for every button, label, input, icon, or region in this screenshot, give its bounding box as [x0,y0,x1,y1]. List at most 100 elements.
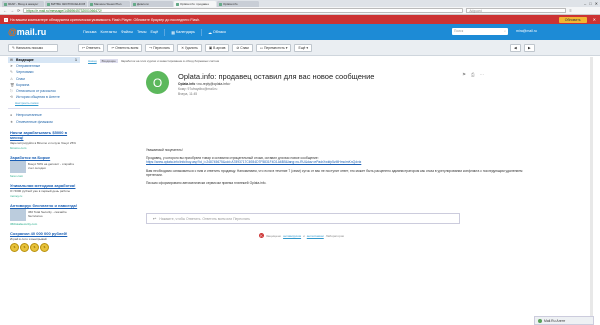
nav-files[interactable]: Файлы [121,30,133,34]
body-paragraph: Вам необходимо ознакомиться с ним и отве… [146,168,523,177]
print-icon[interactable]: ⎙ [471,72,475,78]
more-icon[interactable]: ⋯ [480,72,485,78]
menu-icon[interactable]: ≡ [569,8,571,13]
warning-icon: ! [4,17,8,22]
warning-text: На вашем компьютере обнаружена критическ… [10,17,201,22]
star-icon: ★ [10,119,14,124]
ad-text: Зарегистрируйся в Binomo и получи бонус … [10,140,76,145]
update-button[interactable]: Обновить [558,16,587,23]
spam-icon: ⊘ [236,45,240,50]
ad-title[interactable]: Антивирус бесплатно и навсегда! [10,203,80,208]
browser-search-field[interactable]: Adguard [466,7,567,14]
ad-block[interactable]: Заработок на Бирже Бонус 50% на депозит … [8,155,80,178]
nav-themes[interactable]: Темы [137,30,147,34]
favicon-icon [176,2,179,6]
scrollbar[interactable] [590,57,593,317]
sent-icon: ➤ [10,64,13,69]
ad-title[interactable]: Уникальная методика заработка! [10,183,80,188]
trash-icon: 🗑 [10,82,15,87]
body-paragraph: Письмо сформировано автоматически сервис… [146,181,267,186]
message-link[interactable]: https://www.oplata.info/info/buy.asp?id_… [146,160,361,164]
sender[interactable]: Oplata.info <no-reply@oplata.info> [178,82,230,86]
close-icon[interactable]: ✕ [595,1,598,6]
back-link[interactable]: Назад [88,59,97,63]
minimize-icon[interactable]: – [584,1,586,6]
configure-folders-link[interactable]: Настроить папки [8,101,80,105]
nav-cloud[interactable]: ☁ Облако [208,30,226,35]
more-button[interactable]: Ещё ▾ [294,43,313,52]
antispam-link[interactable]: антиспамом [307,234,324,238]
quick-reply-field[interactable]: ↩ Нажмите, чтобы Ответить. Ответить всем … [146,213,460,224]
prev-message-button[interactable]: ◀ [510,44,521,52]
back-arrow-icon[interactable]: ← [3,8,7,13]
flag-icon[interactable]: ⚑ [462,72,466,78]
antivirus-link[interactable]: антивирусом [283,234,301,238]
chevron-down-icon: ▾ [285,45,288,50]
message-toolbar: ✎ Написать письмо ↩ Ответить ↩ Ответить все… [0,40,600,56]
chevron-down-icon: ▾ [306,45,309,50]
history-icon: ⟲ [10,95,13,100]
mail-search-input[interactable]: Поиск ⌕ [452,28,508,35]
folder-badge[interactable]: Входящие [99,58,118,63]
spam-button[interactable]: ⊘ Спам [232,43,253,52]
forward-arrow-icon[interactable]: → [10,8,14,13]
divider [164,28,166,36]
ad-domain: 360totalsecurity.com [10,221,38,226]
coin-icon: $ [40,242,49,252]
ad-text: Бонус 50% на депозит - откройте счет сег… [28,161,75,170]
breadcrumb: Назад Входящие Заработок на этих курсах … [88,57,534,64]
mailru-logo[interactable]: @mail.ru [8,27,83,37]
next-message-button[interactable]: ▶ [524,44,535,52]
address-bar: ← → ⟳ https://e.mail.ru/message/14569645… [0,7,600,15]
maximize-icon[interactable]: □ [589,1,591,6]
archive-button[interactable]: ▣ В архив [204,43,230,52]
ad-block[interactable]: Уникальная методика заработка! От 5000 р… [8,183,80,198]
forward-button[interactable]: ↪ Переслать [145,43,175,52]
folder-icon: ▭ [259,45,263,50]
ad-domain: binomo.com [10,145,27,150]
trash-icon: ✕ [181,45,184,50]
sender-avatar: O [146,71,169,94]
sender-email: <no-reply@oplata.info> [196,82,231,86]
sidebar-item-agent-history[interactable]: ⟲ История общения в Агенте [8,94,80,100]
compose-button[interactable]: ✎ Написать письмо [8,43,58,52]
ad-image: $ $ $ $ [10,242,80,252]
nav-contacts[interactable]: Контакты [100,30,116,34]
ad-block[interactable]: Начни зарабатывать $5000 в месяц! Зареги… [8,130,80,150]
nav-calendar[interactable]: ▦ Календарь [171,30,195,35]
browser-tabbar: 9FAP - Вход в аккаунт БИТВА ЭКСТРАСЕНСОВ… [0,0,600,7]
reply-button[interactable]: ↩ Ответить [78,43,105,52]
coin-icon: $ [10,242,19,252]
window-controls: – □ ✕ [584,1,598,6]
ad-block[interactable]: Антивирус бесплатно и навсегда! 360 Tota… [8,203,80,226]
divider [8,108,80,110]
spam-icon: ⚠ [10,76,14,81]
ad-title[interactable]: Начни зарабатывать $5000 в месяц! [10,130,80,140]
ad-text: От 5000 рублей уже в первый день работы [10,188,71,193]
greeting: Уважаемый покупатель! [146,148,183,152]
unread-count: 1 [75,58,77,63]
thread-subject: Заработок на этих курсах и инвестировани… [120,58,220,63]
folders-sidebar: ✉ Входящие 1 ➤ Отправленные ✎ Черновики ⚠ Спа… [8,57,80,325]
user-account[interactable]: mira@mail.ru [516,29,537,33]
mail-agent-widget[interactable]: Mail.Ru Агент [534,316,594,325]
ad-image [10,160,26,173]
move-button[interactable]: ▭ Переместить ▾ [255,43,292,52]
close-icon[interactable]: ✕ [593,17,596,22]
url-field[interactable]: https://e.mail.ru/message/14569645732001… [23,7,464,14]
ad-title[interactable]: Заработок на Бирже [10,155,80,160]
favicon-icon [133,2,136,6]
ad-block[interactable]: Сохранил 40 000 000 рублей! Играй в лото… [8,231,80,252]
recipient: Кому: 97ufraydbo@mail.ru [178,87,218,91]
nav-letters[interactable]: Письма [83,30,96,34]
reload-icon[interactable]: ⟳ [17,8,20,13]
nav-more[interactable]: Ещё [151,30,159,34]
archive-icon: ▣ [208,45,213,50]
delete-button[interactable]: ✕ Удалить [177,43,202,52]
message-view: Назад Входящие Заработок на этих курсах … [88,57,534,325]
reply-all-button[interactable]: ↩ Ответить всем [107,43,143,52]
filter-flagged[interactable]: ★ Отмеченные флажком [8,119,80,125]
ad-title[interactable]: Сохранил 40 000 000 рублей! [10,231,80,236]
body-paragraph: Продавец, у которого вы приобрели товар … [146,156,362,165]
search-icon: ⌕ [504,29,506,34]
